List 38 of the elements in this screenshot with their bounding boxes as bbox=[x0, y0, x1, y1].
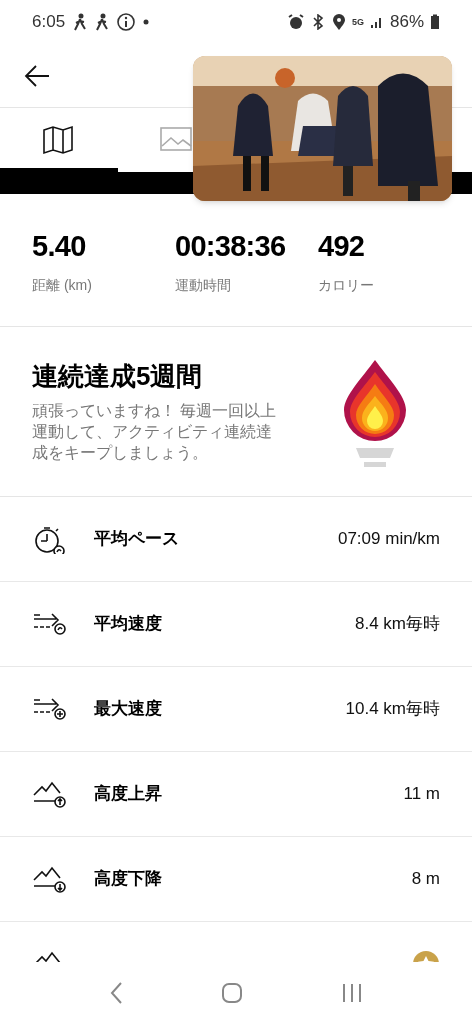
clock-time: 6:05 bbox=[32, 11, 66, 34]
metric-label: 高度下降 bbox=[94, 868, 162, 891]
notification-dot-icon bbox=[143, 19, 150, 25]
stat-value: 492 bbox=[318, 232, 366, 261]
home-nav-icon[interactable] bbox=[221, 982, 243, 1004]
streak-title: 連続達成5週間 bbox=[32, 359, 204, 393]
walking-icon bbox=[95, 13, 110, 31]
back-icon[interactable] bbox=[24, 64, 50, 87]
stat-value: 00:38:36 bbox=[175, 232, 287, 261]
metric-label: 高度上昇 bbox=[94, 783, 162, 806]
stopwatch-icon bbox=[32, 524, 68, 554]
signal-icon bbox=[369, 15, 384, 29]
battery-percent: 86% bbox=[389, 11, 424, 34]
mountain-icon bbox=[32, 779, 68, 809]
stat-value: 5.40 bbox=[32, 232, 87, 261]
metric-label: 平均ペース bbox=[94, 528, 179, 551]
stat-label: 距離 (km) bbox=[32, 276, 93, 295]
metric-value: 10.4 km毎時 bbox=[345, 698, 440, 721]
metric-label: 最大速度 bbox=[94, 698, 162, 721]
location-icon bbox=[331, 13, 346, 31]
map-icon bbox=[42, 124, 76, 156]
back-nav-icon[interactable] bbox=[109, 981, 123, 1005]
battery-icon bbox=[430, 14, 440, 30]
mountain-icon bbox=[32, 864, 68, 894]
alarm-icon bbox=[287, 14, 304, 30]
streak-message: 頑張っていますね！ 毎週一回以上運動して、アクティビティ連続達成をキープしましょう。 bbox=[32, 401, 278, 464]
metric-value: 8 m bbox=[411, 868, 440, 891]
stat-label: カロリー bbox=[318, 276, 375, 295]
metric-value: 8.4 km毎時 bbox=[354, 613, 440, 636]
stat-label: 運動時間 bbox=[175, 276, 232, 295]
recents-nav-icon[interactable] bbox=[341, 982, 363, 1004]
walking-icon bbox=[73, 13, 88, 31]
info-icon bbox=[117, 13, 136, 31]
network-label: 5G bbox=[351, 17, 364, 27]
torch-flame-icon bbox=[342, 358, 408, 468]
metric-value: 07:09 min/km bbox=[337, 528, 440, 551]
metric-value: 11 m bbox=[403, 783, 440, 806]
metric-label: 平均速度 bbox=[94, 613, 162, 636]
